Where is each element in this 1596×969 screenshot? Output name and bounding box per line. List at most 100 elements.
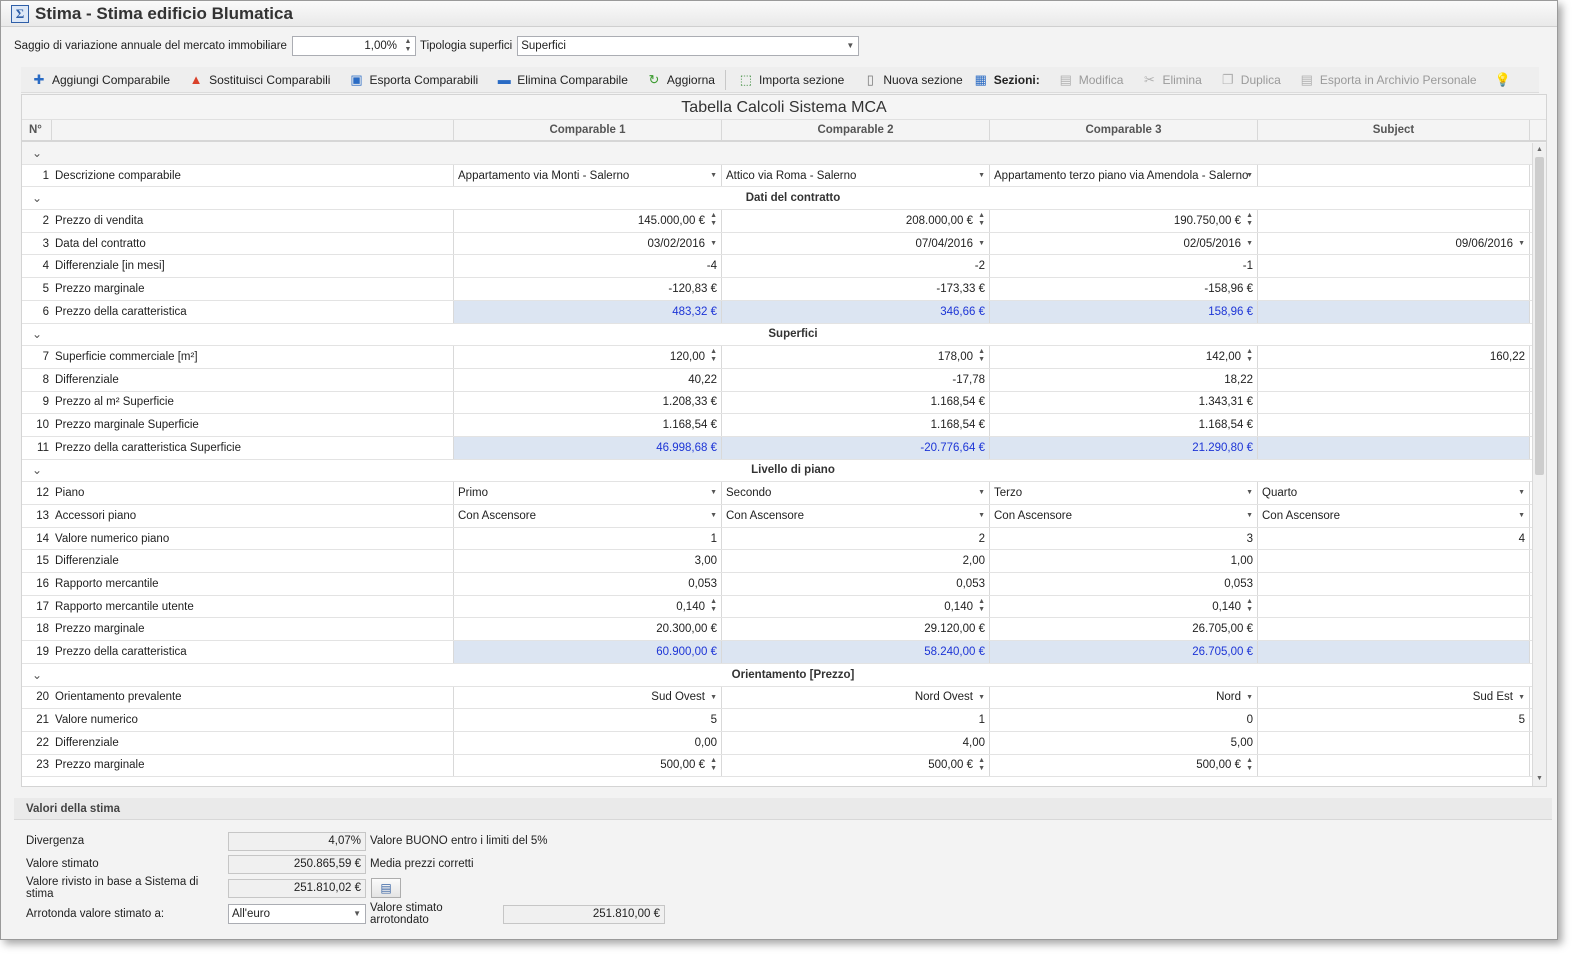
chevron-down-icon[interactable]: ▼ bbox=[978, 240, 985, 247]
chevron-down-icon[interactable]: ▼ bbox=[710, 489, 717, 496]
spin-cell[interactable]: 120,00 ▲ ▼ bbox=[454, 346, 722, 368]
table-row[interactable]: 8 Differenziale 40,22 -17,78 18,22 bbox=[22, 368, 1546, 392]
delete-comparable-button[interactable]: ▬ Elimina Comparabile bbox=[486, 69, 636, 91]
collapse-icon[interactable]: ⌄ bbox=[22, 187, 52, 209]
table-row[interactable]: 17 Rapporto mercantile utente 0,140 ▲ ▼ 0,… bbox=[22, 595, 1546, 619]
spin-cell[interactable]: 142,00 ▲ ▼ bbox=[990, 346, 1258, 368]
section-row-contratto[interactable]: ⌄ Dati del contratto bbox=[22, 187, 1546, 211]
spin-cell[interactable]: 0,140 ▲ ▼ bbox=[990, 595, 1258, 618]
chevron-down-icon[interactable]: ▼ bbox=[978, 172, 985, 179]
spin-arrows-icon[interactable]: ▲ ▼ bbox=[710, 757, 717, 773]
export-archive-button[interactable]: ▤ Esporta in Archivio Personale bbox=[1289, 69, 1485, 91]
chevron-down-icon[interactable]: ▼ bbox=[1246, 172, 1253, 179]
table-row[interactable]: 7 Superficie commerciale [m²] 120,00 ▲ ▼ 1… bbox=[22, 346, 1546, 369]
spin-arrows-icon[interactable]: ▲ ▼ bbox=[1246, 212, 1253, 228]
orientation-select[interactable]: Sud Ovest ▼ bbox=[454, 686, 722, 709]
table-row-highlight[interactable]: 6 Prezzo della caratteristica 483,32 € 3… bbox=[22, 300, 1546, 324]
table-row[interactable]: 1 Descrizione comparabile Appartamento v… bbox=[22, 164, 1546, 188]
table-row[interactable]: 14 Valore numerico piano 1 2 3 4 bbox=[22, 527, 1546, 551]
floor-select[interactable]: Quarto ▼ bbox=[1258, 482, 1530, 504]
table-row[interactable]: 12 Piano Primo ▼ Secondo ▼ Terzo ▼ Quarto ▼ bbox=[22, 482, 1546, 505]
accessory-select[interactable]: Con Ascensore ▼ bbox=[722, 505, 990, 527]
orientation-select[interactable]: Sud Est ▼ bbox=[1258, 686, 1530, 709]
col-header-comparable-3[interactable]: Comparable 3 bbox=[990, 120, 1258, 140]
scroll-down-icon[interactable]: ▼ bbox=[1533, 772, 1546, 786]
spin-cell[interactable]: 0,140 ▲ ▼ bbox=[454, 595, 722, 618]
spin-arrows-icon[interactable]: ▲ ▼ bbox=[978, 598, 985, 614]
chevron-down-icon[interactable]: ▼ bbox=[1518, 512, 1525, 519]
chevron-down-icon[interactable]: ▼ bbox=[1246, 512, 1253, 519]
table-row[interactable]: 15 Differenziale 3,00 2,00 1,00 bbox=[22, 550, 1546, 574]
collapse-icon[interactable]: ⌄ bbox=[22, 324, 52, 346]
spin-cell[interactable]: 208.000,00 € ▲ ▼ bbox=[722, 210, 990, 232]
date-cell[interactable]: 07/04/2016 ▼ bbox=[722, 232, 990, 255]
chevron-down-icon[interactable]: ▼ bbox=[353, 909, 361, 918]
surface-type-select[interactable]: Superfici ▼ bbox=[517, 36, 860, 56]
spin-arrows-icon[interactable]: ▲ ▼ bbox=[1246, 757, 1253, 773]
floor-select[interactable]: Secondo ▼ bbox=[722, 482, 990, 504]
remove-section-button[interactable]: ✂ Elimina bbox=[1131, 69, 1209, 91]
chevron-down-icon[interactable]: ▼ bbox=[1518, 240, 1525, 247]
table-row[interactable]: 3 Data del contratto 03/02/2016 ▼ 07/04/2… bbox=[22, 232, 1546, 256]
comparable-2-select[interactable]: Attico via Roma - Salerno ▼ bbox=[722, 164, 990, 187]
date-cell[interactable]: 03/02/2016 ▼ bbox=[454, 232, 722, 255]
chevron-down-icon[interactable]: ▼ bbox=[710, 240, 717, 247]
section-row-piano[interactable]: ⌄ Livello di piano bbox=[22, 459, 1546, 483]
section-row-superfici[interactable]: ⌄ Superfici bbox=[22, 323, 1546, 347]
subject-cell[interactable]: 160,22 bbox=[1258, 346, 1530, 368]
table-row[interactable]: 13 Accessori piano Con Ascensore ▼ Con As… bbox=[22, 505, 1546, 528]
table-row[interactable]: 16 Rapporto mercantile 0,053 0,053 0,053 bbox=[22, 573, 1546, 596]
date-cell[interactable]: 02/05/2016 ▼ bbox=[990, 232, 1258, 255]
chevron-down-icon[interactable]: ▼ bbox=[978, 489, 985, 496]
chevron-down-icon[interactable]: ▼ bbox=[846, 41, 854, 50]
scroll-up-icon[interactable]: ▲ bbox=[1533, 143, 1546, 157]
accessory-select[interactable]: Con Ascensore ▼ bbox=[990, 505, 1258, 527]
group-row[interactable]: ⌄ bbox=[22, 142, 1546, 165]
chevron-down-icon[interactable]: ▼ bbox=[1518, 489, 1525, 496]
export-comparables-button[interactable]: ▣ Esporta Comparabili bbox=[338, 69, 486, 91]
spin-arrows-icon[interactable]: ▲ ▼ bbox=[978, 348, 985, 364]
collapse-icon[interactable]: ⌄ bbox=[22, 460, 52, 482]
spin-arrows-icon[interactable]: ▲ ▼ bbox=[403, 38, 413, 54]
spin-cell[interactable]: 500,00 € ▲ ▼ bbox=[722, 754, 990, 777]
chevron-down-icon[interactable]: ▼ bbox=[1246, 489, 1253, 496]
table-row[interactable]: 9 Prezzo al m² Superficie 1.208,33 € 1.1… bbox=[22, 391, 1546, 415]
accessory-select[interactable]: Con Ascensore ▼ bbox=[1258, 505, 1530, 527]
chevron-down-icon[interactable]: ▼ bbox=[978, 694, 985, 701]
table-row[interactable]: 23 Prezzo marginale 500,00 € ▲ ▼ 500,00 € ▲… bbox=[22, 754, 1546, 778]
comparable-3-select[interactable]: Appartamento terzo piano via Amendola - … bbox=[990, 164, 1258, 187]
table-row[interactable]: 20 Orientamento prevalente Sud Ovest ▼ No… bbox=[22, 686, 1546, 710]
table-row[interactable]: 10 Prezzo marginale Superficie 1.168,54 … bbox=[22, 414, 1546, 437]
comparable-1-select[interactable]: Appartamento via Monti - Salerno ▼ bbox=[454, 164, 722, 187]
chevron-down-icon[interactable]: ▼ bbox=[710, 694, 717, 701]
vertical-scrollbar[interactable]: ▲ ▼ bbox=[1532, 143, 1546, 786]
col-header-description[interactable] bbox=[52, 120, 454, 140]
floor-select[interactable]: Terzo ▼ bbox=[990, 482, 1258, 504]
table-row[interactable]: 2 Prezzo di vendita 145.000,00 € ▲ ▼ 208.0… bbox=[22, 210, 1546, 233]
spin-cell[interactable]: 500,00 € ▲ ▼ bbox=[990, 754, 1258, 777]
spin-arrows-icon[interactable]: ▲ ▼ bbox=[978, 757, 985, 773]
col-header-comparable-2[interactable]: Comparable 2 bbox=[722, 120, 990, 140]
col-header-comparable-1[interactable]: Comparable 1 bbox=[454, 120, 722, 140]
new-section-button[interactable]: ▯ Nuova sezione bbox=[852, 69, 970, 91]
table-row[interactable]: 18 Prezzo marginale 20.300,00 € 29.120,0… bbox=[22, 618, 1546, 642]
spin-cell[interactable]: 0,140 ▲ ▼ bbox=[722, 595, 990, 618]
replace-comparables-button[interactable]: ▲ Sostituisci Comparabili bbox=[178, 69, 338, 91]
spin-arrows-icon[interactable]: ▲ ▼ bbox=[1246, 348, 1253, 364]
spin-cell[interactable]: 178,00 ▲ ▼ bbox=[722, 346, 990, 368]
subject-cell[interactable] bbox=[1258, 164, 1530, 187]
document-edit-icon[interactable]: ▤ bbox=[371, 878, 401, 898]
subject-date-cell[interactable]: 09/06/2016 ▼ bbox=[1258, 232, 1530, 255]
edit-section-button[interactable]: ▤ Modifica bbox=[1048, 69, 1132, 91]
chevron-down-icon[interactable]: ▼ bbox=[1246, 240, 1253, 247]
col-header-subject[interactable]: Subject bbox=[1258, 120, 1530, 140]
tip-button[interactable]: 💡 bbox=[1485, 69, 1524, 91]
table-row[interactable]: 5 Prezzo marginale -120,83 € -173,33 € -… bbox=[22, 278, 1546, 301]
scroll-thumb[interactable] bbox=[1535, 157, 1544, 475]
floor-select[interactable]: Primo ▼ bbox=[454, 482, 722, 504]
collapse-icon[interactable]: ⌄ bbox=[22, 664, 52, 686]
spin-arrows-icon[interactable]: ▲ ▼ bbox=[710, 598, 717, 614]
chevron-down-icon[interactable]: ▼ bbox=[710, 172, 717, 179]
collapse-icon[interactable]: ⌄ bbox=[22, 142, 52, 164]
spin-arrows-icon[interactable]: ▲ ▼ bbox=[710, 212, 717, 228]
